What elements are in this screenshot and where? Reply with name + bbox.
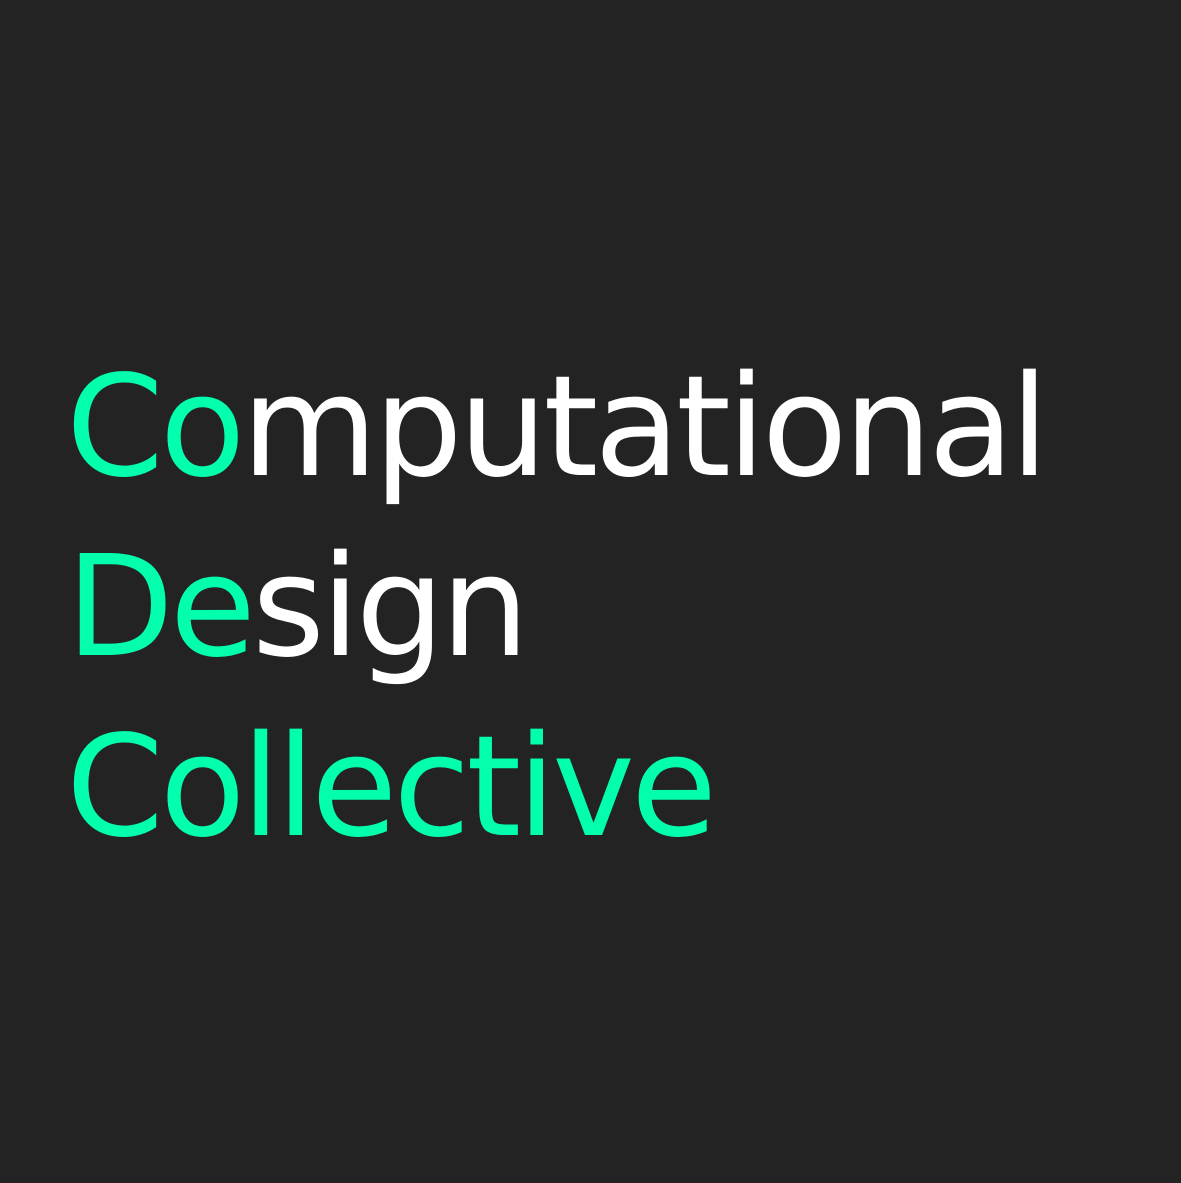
logo-rest-mputational: mputational [241,346,1049,509]
logo-highlight-co: Co [66,346,245,509]
logo-line-computational: Computational [66,338,1146,518]
logo-highlight-de: De [66,526,256,689]
logo-line-design: Design [66,518,1146,698]
logo-highlight-collective: Collective [66,706,717,869]
logo-rest-sign: sign [251,526,529,689]
wordmark-logo: Computational Design Collective [66,338,1146,878]
canvas: { "logo": { "lines": [ { "highlight": "C… [0,0,1181,1183]
logo-line-collective: Collective [66,698,1146,878]
